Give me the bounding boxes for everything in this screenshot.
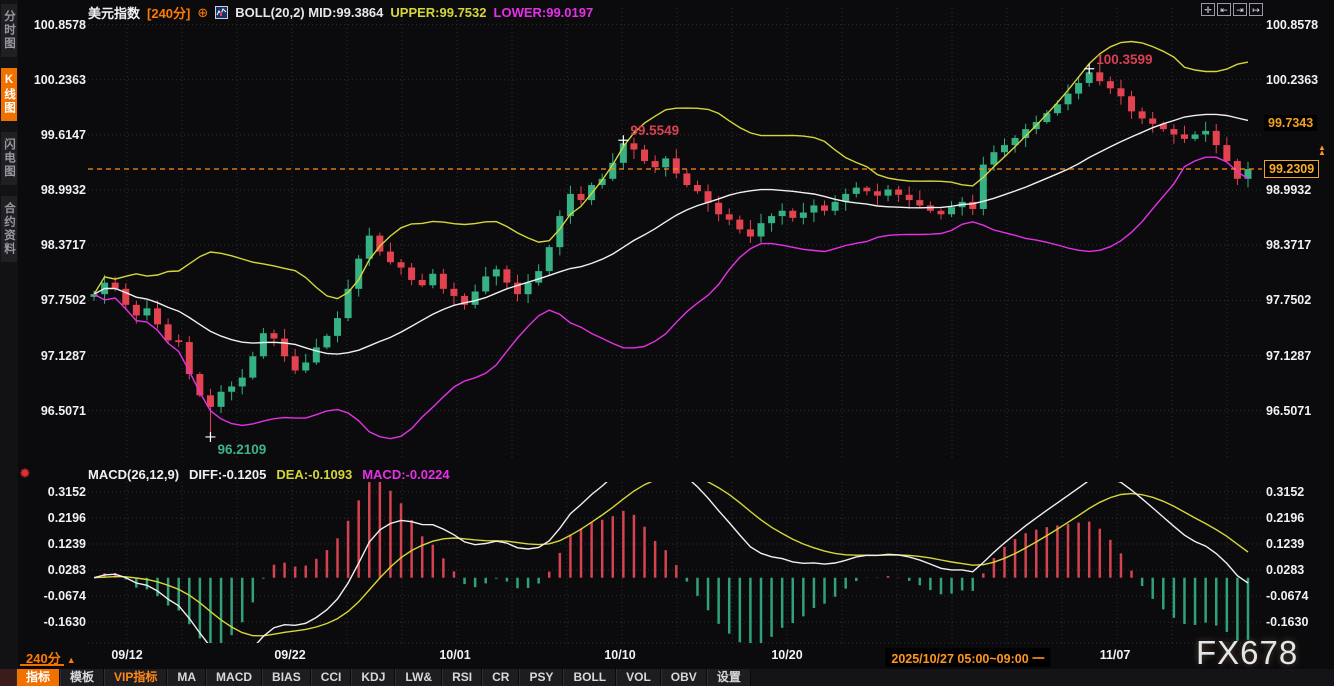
toolbar-tab-模板[interactable]: 模板 [60, 669, 104, 686]
boll-upper-value: UPPER:99.7532 [390, 5, 486, 20]
chart-header-legend: 美元指数 [240分] ⊕ BOLL(20,2) MID:99.3864 UPP… [88, 4, 593, 21]
x-axis-tick: 10/20 [771, 648, 802, 662]
price-axis-label-right: 98.9932 [1266, 182, 1311, 198]
svg-text:96.2109: 96.2109 [217, 442, 266, 457]
toolbar-tab-MACD[interactable]: MACD [206, 669, 262, 686]
period-dropdown-arrow-icon: ▲ [67, 655, 76, 665]
price-axis-label-right: 98.3717 [1266, 237, 1311, 253]
price-axis-label-left: 99.6147 [22, 127, 86, 143]
macd-settings-icon[interactable]: ✹ [19, 466, 31, 480]
toolbar-corner-block [0, 669, 16, 686]
left-sidebar: 分时图 K线图闪电图合约资料 [0, 0, 18, 686]
watermark: FX678 [1196, 634, 1298, 672]
boll-lower-value: LOWER:99.0197 [494, 5, 594, 20]
x-axis-tick: 11/07 [1100, 648, 1131, 662]
svg-text:99.5549: 99.5549 [630, 123, 679, 138]
price-tag-upper: 99.7343 [1264, 115, 1317, 131]
toolbar-tab-CCI[interactable]: CCI [311, 669, 352, 686]
price-axis-label-right: 100.2363 [1266, 72, 1318, 88]
toolbar-tab-VIP指标[interactable]: VIP指标 [104, 669, 167, 686]
toolbar-tab-OBV[interactable]: OBV [661, 669, 707, 686]
sidebar-tab-2[interactable]: K线图 [1, 68, 17, 121]
sidebar-tab-4[interactable]: 合约资料 [1, 196, 17, 262]
price-axis-label-left: 100.2363 [22, 72, 86, 88]
sidebar-tab-1[interactable]: 分时图 [1, 4, 17, 57]
pan-right-button[interactable]: ↦ [1249, 3, 1263, 16]
macd-axis-label-left: 0.3152 [22, 484, 86, 500]
macd-axis-label-left: 0.2196 [22, 510, 86, 526]
macd-axis-label-left: -0.0674 [22, 588, 86, 604]
toolbar-tab-设置[interactable]: 设置 [707, 669, 751, 686]
macd-axis-label-left: 0.0283 [22, 562, 86, 578]
crosshair-date-label: 2025/10/27 05:00~09:00 一 [885, 648, 1050, 667]
expand-x-button[interactable]: ⇥ [1233, 3, 1247, 16]
symbol-name: 美元指数 [88, 3, 140, 22]
sidebar-tab-3[interactable]: 闪电图 [1, 132, 17, 185]
chart-canvas[interactable]: 99.5549 100.3599 96.2109 [0, 0, 1334, 686]
toolbar-tab-BOLL[interactable]: BOLL [563, 669, 616, 686]
price-axis-label-right: 97.7502 [1266, 292, 1311, 308]
boll-indicator-icon [215, 6, 228, 19]
period-tab-underline [20, 664, 64, 666]
price-axis-label-left: 100.8578 [22, 17, 86, 33]
toolbar-tab-LW&[interactable]: LW& [395, 669, 442, 686]
price-axis-label-left: 97.1287 [22, 348, 86, 364]
price-axis-label-left: 98.3717 [22, 237, 86, 253]
toolbar-tab-PSY[interactable]: PSY [519, 669, 563, 686]
toolbar-tab-KDJ[interactable]: KDJ [351, 669, 395, 686]
macd-diff-value: DIFF:-0.1205 [189, 467, 266, 482]
x-axis-tick: 09/22 [274, 648, 305, 662]
crosshair-button[interactable]: ✛ [1201, 3, 1215, 16]
macd-title: MACD(26,12,9) [88, 467, 179, 482]
svg-text:100.3599: 100.3599 [1096, 52, 1152, 67]
price-axis-label-left: 96.5071 [22, 403, 86, 419]
macd-dea-value: DEA:-0.1093 [276, 467, 352, 482]
price-axis-label-left: 97.7502 [22, 292, 86, 308]
chart-application-window: { "header": { "symbol": "美元指数", "period"… [0, 0, 1334, 686]
macd-bar-value: MACD:-0.0224 [362, 467, 449, 482]
toolbar-tab-指标[interactable]: 指标 [16, 669, 60, 686]
indicator-toolbar: 指标模板VIP指标MAMACDBIASCCIKDJLW&RSICRPSYBOLL… [0, 669, 1334, 686]
macd-axis-label-right: 0.3152 [1266, 484, 1304, 500]
x-axis-tick: 10/01 [439, 648, 470, 662]
price-alert-arrows-icon: ▲▲ [1316, 145, 1328, 155]
price-axis-label-right: 96.5071 [1266, 403, 1311, 419]
macd-axis-label-right: -0.1630 [1266, 614, 1308, 630]
boll-mid-value: BOLL(20,2) MID:99.3864 [235, 5, 383, 20]
x-axis-row: 240分▲ 2025/10/27 05:00~09:00 一 09/1209/2… [0, 647, 1334, 667]
macd-axis-label-right: 0.2196 [1266, 510, 1304, 526]
macd-axis-label-right: 0.1239 [1266, 536, 1304, 552]
price-axis-label-left: 98.9932 [22, 182, 86, 198]
x-axis-tick: 09/12 [111, 648, 142, 662]
last-price-tag: 99.2309 [1264, 160, 1319, 178]
macd-axis-label-left: 0.1239 [22, 536, 86, 552]
price-axis-label-right: 100.8578 [1266, 17, 1318, 33]
chart-window-buttons: ✛⇤⇥↦ [1201, 3, 1263, 16]
toolbar-tab-RSI[interactable]: RSI [442, 669, 482, 686]
toolbar-tab-MA[interactable]: MA [167, 669, 206, 686]
period-label: [240分] [147, 3, 190, 22]
toolbar-tab-VOL[interactable]: VOL [616, 669, 661, 686]
compress-x-button[interactable]: ⇤ [1217, 3, 1231, 16]
toolbar-tab-CR[interactable]: CR [482, 669, 519, 686]
macd-axis-label-right: 0.0283 [1266, 562, 1304, 578]
macd-axis-label-left: -0.1630 [22, 614, 86, 630]
link-icon[interactable]: ⊕ [197, 5, 208, 21]
toolbar-tab-BIAS[interactable]: BIAS [262, 669, 311, 686]
price-axis-label-right: 97.1287 [1266, 348, 1311, 364]
macd-axis-label-right: -0.0674 [1266, 588, 1308, 604]
x-axis-tick: 10/10 [604, 648, 635, 662]
macd-header-legend: MACD(26,12,9) DIFF:-0.1205 DEA:-0.1093 M… [88, 467, 450, 482]
